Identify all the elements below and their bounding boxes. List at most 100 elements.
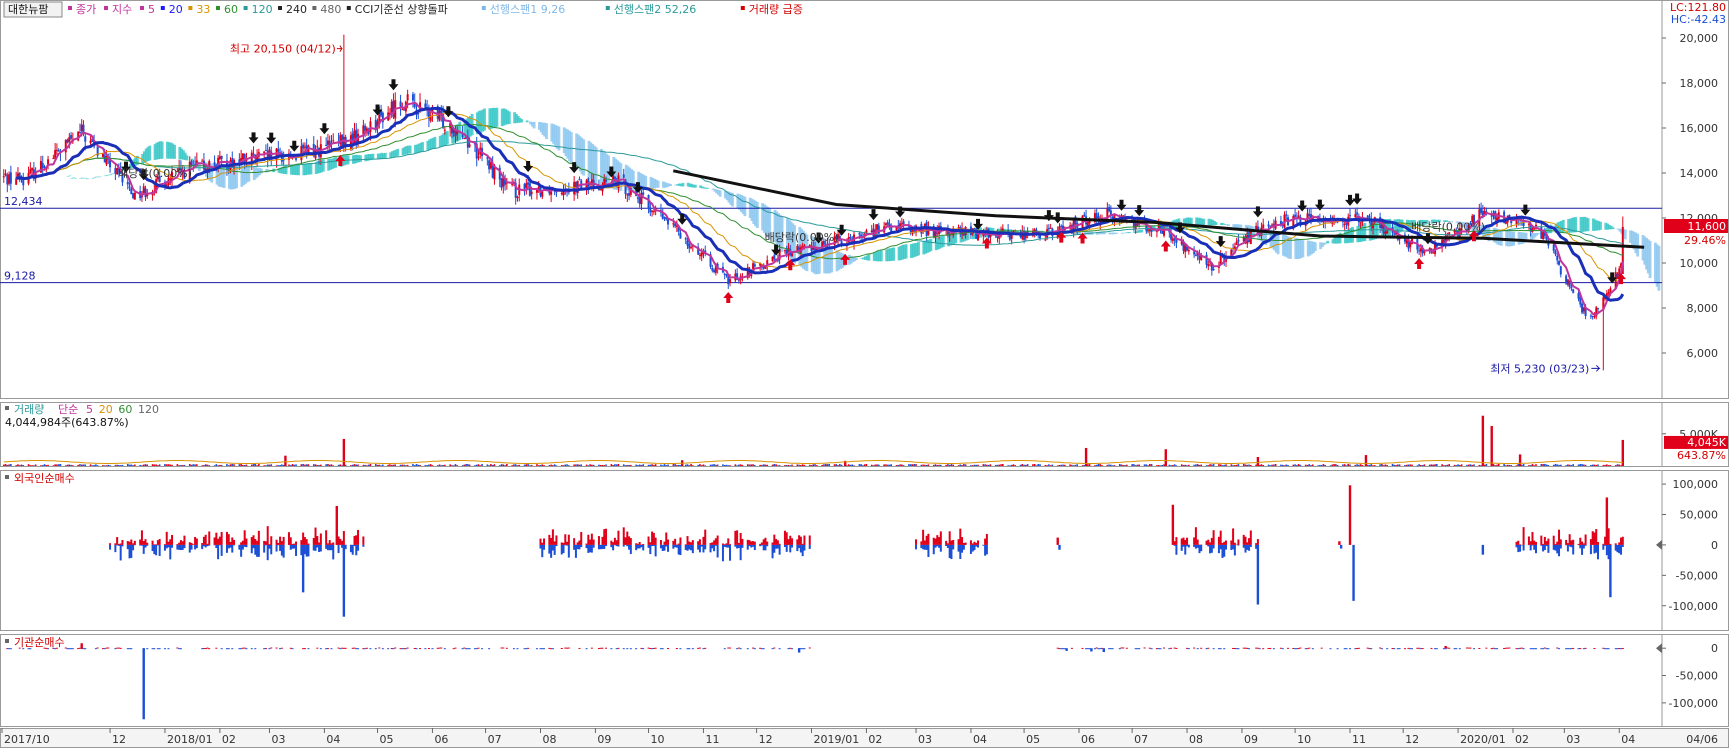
foreign-sell-bar — [293, 544, 296, 549]
foreign-sell-bar — [146, 544, 149, 546]
volume-bar — [406, 464, 409, 466]
volume-bar — [1143, 464, 1146, 466]
foreign-sell-bar — [675, 544, 678, 548]
foreign-sell-bar — [597, 544, 600, 550]
cloud-segment — [693, 184, 697, 188]
volume-bar — [1083, 465, 1086, 466]
foreign-sell-bar — [922, 544, 925, 550]
volume-bar — [387, 464, 389, 466]
legend-item: 120 — [252, 3, 273, 16]
volume-bar — [1359, 464, 1362, 466]
cloud-segment — [70, 178, 74, 179]
cloud-segment — [1202, 218, 1206, 226]
volume-bar — [1620, 465, 1622, 466]
candle-body — [277, 149, 280, 152]
foreign-sell-spike — [1609, 544, 1612, 598]
foreign-buy-bar — [923, 540, 926, 545]
institution-bar — [1565, 648, 1568, 650]
institution-bar — [1279, 647, 1282, 649]
volume-bar — [1062, 464, 1064, 466]
foreign-sell-bar — [1584, 544, 1587, 546]
chart-canvas[interactable]: 6,0008,00010,00012,00014,00016,00018,000… — [0, 0, 1729, 748]
volume-bar — [1150, 464, 1153, 466]
candle-body — [530, 191, 533, 195]
volume-bar — [1198, 464, 1201, 466]
legend-swatch — [104, 6, 108, 10]
candle-body — [264, 149, 267, 151]
institution-bar — [330, 648, 333, 650]
foreign-buy-bar — [603, 529, 606, 545]
candle-body — [1597, 308, 1600, 310]
foreign-sell-bar — [1223, 544, 1226, 557]
foreign-sell-bar — [282, 544, 285, 558]
cloud-segment — [669, 183, 672, 187]
institution-bar — [654, 647, 657, 649]
volume-bar — [754, 465, 756, 466]
x-tick-label: 11 — [1352, 733, 1366, 746]
foreign-buy-bar — [357, 529, 360, 545]
institution-bar — [179, 648, 182, 650]
volume-bar — [219, 464, 221, 466]
foreign-buy-bar — [1230, 540, 1233, 545]
candle-body — [1558, 260, 1561, 265]
volume-bar — [638, 464, 641, 466]
foreign-sell-bar — [750, 544, 753, 548]
volume-bar — [1319, 464, 1321, 466]
volume-spike-bar — [1490, 426, 1493, 466]
volume-bar — [653, 464, 655, 466]
foreign-buy-bar — [746, 539, 749, 545]
candle-body — [411, 94, 414, 101]
volume-bar — [350, 465, 352, 466]
volume-bar — [1409, 464, 1412, 466]
foreign-buy-bar — [690, 542, 693, 545]
volume-bar — [971, 465, 974, 466]
volume-bar — [640, 465, 643, 466]
foreign-sell-bar — [1196, 544, 1199, 548]
foreign-sell-bar — [739, 544, 742, 561]
institution-bar — [1515, 648, 1518, 650]
institution-bar — [1109, 648, 1112, 650]
foreign-sell-bar — [566, 544, 569, 546]
institution-bar — [1343, 648, 1346, 650]
foreign-sell-bar — [109, 544, 112, 550]
foreign-buy-bar — [1597, 542, 1600, 545]
candle-body — [884, 223, 887, 226]
foreign-buy-bar — [139, 539, 142, 545]
institution-bar — [302, 648, 305, 650]
institution-bar — [77, 648, 80, 650]
foreign-sell-bar — [934, 544, 937, 548]
institution-bar — [1529, 648, 1532, 650]
legend-swatch — [140, 6, 144, 10]
volume-bar — [1196, 464, 1199, 466]
foreign-buy-bar — [163, 544, 166, 545]
institution-bar — [1504, 647, 1507, 649]
foreign-sell-bar — [1180, 544, 1183, 551]
volume-bar — [684, 464, 687, 466]
foreign-sell-bar — [130, 544, 133, 558]
foreign-buy-bar — [1577, 543, 1580, 545]
foreign-sell-bar — [1200, 544, 1203, 552]
candle-body — [1171, 238, 1174, 241]
volume-bar — [1384, 464, 1387, 466]
foreign-buy-bar — [985, 533, 988, 545]
foreign-buy-bar — [962, 543, 965, 545]
cloud-segment — [334, 157, 338, 168]
foreign-sell-bar — [1605, 544, 1608, 556]
foreign-buy-bar — [1527, 536, 1530, 545]
foreign-buy-bar — [975, 542, 978, 545]
foreign-sell-bar — [1614, 544, 1617, 551]
volume-bar — [158, 464, 161, 466]
foreign-sell-bar — [117, 544, 120, 546]
foreign-sell-bar — [1186, 544, 1189, 547]
volume-bar — [263, 465, 265, 466]
cloud-segment — [1227, 224, 1230, 227]
volume-bar — [677, 464, 680, 466]
foreign-sell-bar — [647, 544, 650, 548]
foreign-sell-bar — [1212, 544, 1215, 549]
institution-bar — [355, 648, 358, 650]
cloud-segment — [396, 148, 400, 156]
foreign-sell-bar — [132, 544, 135, 551]
candle-body — [1297, 215, 1300, 218]
cloud-segment — [1537, 232, 1540, 235]
candle-body — [68, 136, 71, 142]
